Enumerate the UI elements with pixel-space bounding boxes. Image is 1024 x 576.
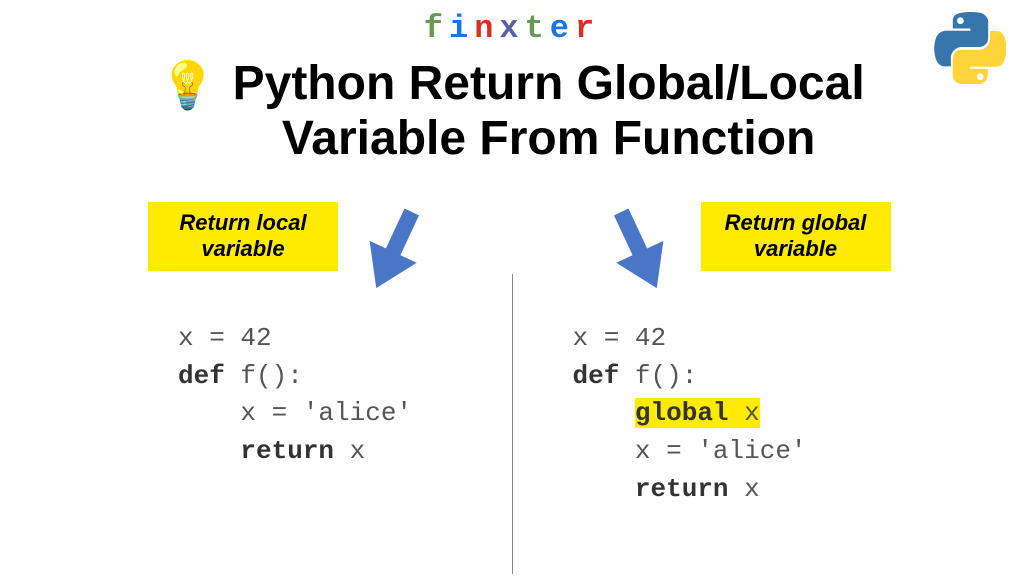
right-label: Return globalvariable (701, 202, 891, 271)
arrow-down-icon (358, 202, 430, 303)
title-row: 💡 Python Return Global/LocalVariable Fro… (0, 56, 1024, 166)
columns: Return localvariable x = 42 def f(): x =… (0, 210, 1024, 570)
left-code: x = 42 def f(): x = 'alice' return x (178, 320, 412, 471)
arrow-down-icon (603, 202, 675, 303)
page-title: Python Return Global/LocalVariable From … (233, 56, 865, 166)
left-label: Return localvariable (148, 202, 338, 271)
right-code: x = 42 def f(): global x x = 'alice' ret… (573, 320, 807, 508)
lightbulb-icon: 💡 (159, 62, 216, 108)
brand-logo: finxter (424, 10, 600, 47)
right-column: Return globalvariable x = 42 def f(): gl… (513, 210, 1024, 570)
left-column: Return localvariable x = 42 def f(): x =… (0, 210, 512, 570)
